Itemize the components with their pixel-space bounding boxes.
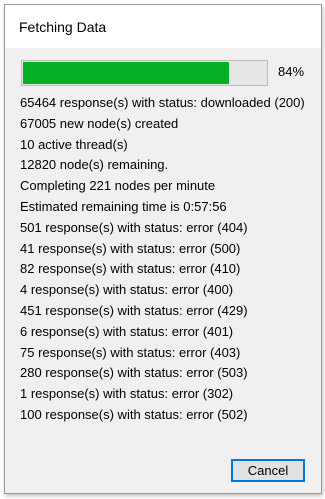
status-line: 75 response(s) with status: error (403) (20, 344, 241, 360)
status-line: 451 response(s) with status: error (429) (20, 302, 248, 318)
cancel-button[interactable]: Cancel (231, 459, 305, 482)
status-line: 12820 node(s) remaining. (20, 157, 169, 173)
status-line: 10 active thread(s) (20, 136, 128, 152)
progress-bar (21, 60, 268, 86)
progress-percent: 84% (278, 64, 305, 79)
status-line: Estimated remaining time is 0:57:56 (20, 198, 227, 214)
status-line: Completing 221 nodes per minute (20, 178, 216, 194)
status-line: 100 response(s) with status: error (502) (20, 406, 248, 422)
dialog-titlebar: Fetching Data (5, 5, 321, 48)
status-line: 280 response(s) with status: error (503) (20, 365, 248, 381)
status-line: 6 response(s) with status: error (401) (20, 323, 234, 339)
status-line: 65464 response(s) with status: downloade… (20, 95, 305, 110)
status-line: 501 response(s) with status: error (404) (20, 219, 248, 235)
dialog-title: Fetching Data (19, 19, 107, 35)
status-line: 82 response(s) with status: error (410) (20, 261, 241, 277)
status-line: 1 response(s) with status: error (302) (20, 386, 234, 402)
status-line: 4 response(s) with status: error (400) (20, 282, 234, 298)
progress-bar-fill (23, 62, 229, 84)
fetching-data-dialog: Fetching Data 84% 65464 response(s) with… (4, 4, 322, 494)
progress-row: 84% (21, 60, 311, 86)
status-line: 41 response(s) with status: error (500) (20, 240, 241, 256)
status-list: 65464 response(s) with status: downloade… (20, 93, 305, 426)
status-line: 67005 new node(s) created (20, 115, 179, 131)
